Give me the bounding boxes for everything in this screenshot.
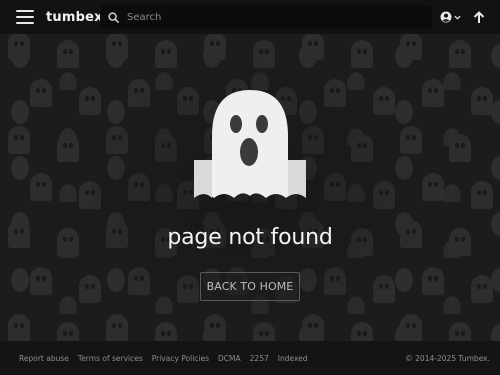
back-to-home-button[interactable]: BACK TO HOME: [200, 272, 300, 301]
footer-link-terms[interactable]: Terms of services: [78, 354, 143, 363]
footer-link-2257[interactable]: 2257: [250, 354, 269, 363]
search-input[interactable]: [127, 7, 407, 27]
account-menu-button[interactable]: [440, 9, 461, 25]
user-circle-icon: [440, 11, 452, 23]
footer-link-privacy[interactable]: Privacy Policies: [152, 354, 209, 363]
footer-link-dcma[interactable]: DCMA: [218, 354, 241, 363]
scroll-top-button[interactable]: [470, 8, 488, 26]
footer-link-indexed[interactable]: Indexed: [278, 354, 308, 363]
footer-links: Report abuse Terms of services Privacy P…: [19, 354, 308, 363]
copyright-text: © 2014-2025 Tumbex.: [405, 353, 490, 363]
footer: Report abuse Terms of services Privacy P…: [0, 341, 500, 375]
search-bar[interactable]: [100, 5, 432, 29]
arrow-up-icon: [473, 10, 485, 23]
chevron-down-icon: [454, 15, 461, 20]
site-logo[interactable]: tumbex: [46, 10, 103, 25]
hamburger-menu-icon[interactable]: [16, 10, 34, 24]
footer-link-report-abuse[interactable]: Report abuse: [19, 354, 69, 363]
page-title: page not found: [167, 225, 333, 250]
ghost-icon: [194, 90, 306, 198]
top-navbar: tumbex: [0, 0, 500, 34]
search-icon: [108, 11, 119, 23]
